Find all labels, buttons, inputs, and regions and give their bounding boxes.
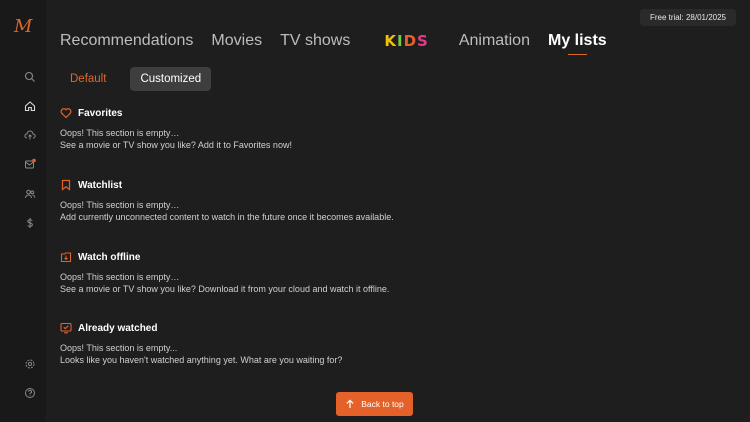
download-icon [60, 251, 72, 263]
section-watch-offline: Watch offline Oops! This section is empt… [60, 250, 660, 295]
empty-line: Oops! This section is empty… [60, 200, 180, 210]
sidebar: M [0, 0, 46, 422]
empty-hint: See a movie or TV show you like? Downloa… [60, 283, 390, 294]
nav-movies[interactable]: Movies [211, 32, 262, 50]
empty-line: Oops! This section is empty... [60, 343, 178, 353]
nav-my-lists[interactable]: My lists [548, 32, 607, 55]
section-watchlist: Watchlist Oops! This section is empty… A… [60, 178, 660, 223]
empty-hint: Looks like you haven't watched anything … [60, 354, 343, 365]
home-icon[interactable] [24, 100, 36, 112]
dollar-icon[interactable] [24, 217, 36, 229]
section-title: Watchlist [78, 179, 123, 191]
tab-default[interactable]: Default [60, 67, 116, 91]
kids-letter-i: I [396, 32, 404, 50]
section-title: Watch offline [78, 251, 141, 263]
kids-logo: KIDS [384, 32, 428, 50]
section-empty-message: Oops! This section is empty… See a movie… [60, 272, 660, 295]
cloud-upload-icon[interactable] [24, 129, 36, 141]
messages-icon[interactable] [24, 158, 36, 170]
back-to-top-button[interactable]: Back to top [336, 392, 413, 416]
search-icon[interactable] [24, 71, 36, 83]
nav-animation[interactable]: Animation [459, 32, 530, 50]
settings-icon[interactable] [24, 358, 36, 370]
help-icon[interactable] [24, 387, 36, 399]
empty-hint: See a movie or TV show you like? Add it … [60, 139, 292, 150]
empty-line: Oops! This section is empty… [60, 128, 180, 138]
users-icon[interactable] [24, 188, 36, 200]
section-favorites: Favorites Oops! This section is empty… S… [60, 106, 660, 151]
section-empty-message: Oops! This section is empty... Looks lik… [60, 343, 660, 366]
back-to-top-label: Back to top [361, 399, 404, 409]
kids-letter-d: D [403, 32, 418, 50]
section-title: Favorites [78, 107, 123, 119]
list-subtabs: Default Customized [60, 67, 212, 91]
top-navigation: Recommendations Movies TV shows KIDS Ani… [60, 30, 625, 55]
app-window: M Free trial: 28/01/2025 Recommendations [0, 0, 750, 422]
empty-hint: Add currently unconnected content to wat… [60, 211, 394, 222]
free-trial-badge: Free trial: 28/01/2025 [639, 9, 736, 26]
nav-tv-shows[interactable]: TV shows [280, 32, 350, 50]
kids-letter-k: K [384, 32, 397, 50]
section-empty-message: Oops! This section is empty… See a movie… [60, 128, 660, 151]
section-title: Already watched [78, 322, 158, 334]
tab-customized[interactable]: Customized [130, 67, 212, 91]
nav-recommendations[interactable]: Recommendations [60, 32, 193, 50]
kids-letter-s: S [417, 32, 429, 50]
brand-logo[interactable]: M [14, 18, 34, 36]
section-already-watched: Already watched Oops! This section is em… [60, 321, 660, 366]
heart-icon [60, 107, 72, 119]
watched-tv-icon [60, 322, 72, 334]
empty-line: Oops! This section is empty… [60, 272, 180, 282]
section-empty-message: Oops! This section is empty… Add current… [60, 200, 660, 223]
bookmark-icon [60, 179, 72, 191]
arrow-up-icon [346, 399, 354, 408]
nav-kids[interactable]: KIDS [384, 32, 428, 50]
